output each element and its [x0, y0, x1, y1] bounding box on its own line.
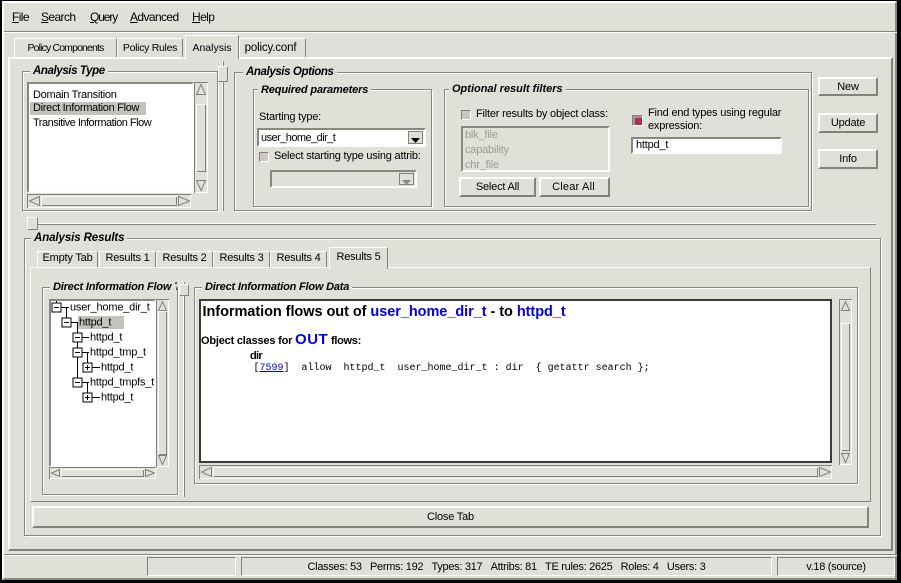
svg-text:user_home_dir_t: user_home_dir_t — [70, 301, 150, 313]
svg-text:httpd_tmp_t: httpd_tmp_t — [90, 346, 146, 358]
svg-text:httpd_t: httpd_t — [90, 331, 122, 343]
svg-text:httpd_t: httpd_t — [101, 361, 133, 373]
svg-text:httpd_t: httpd_t — [101, 391, 133, 403]
svg-text:httpd_t: httpd_t — [79, 316, 111, 328]
svg-text:httpd_tmpfs_t: httpd_tmpfs_t — [90, 376, 154, 388]
